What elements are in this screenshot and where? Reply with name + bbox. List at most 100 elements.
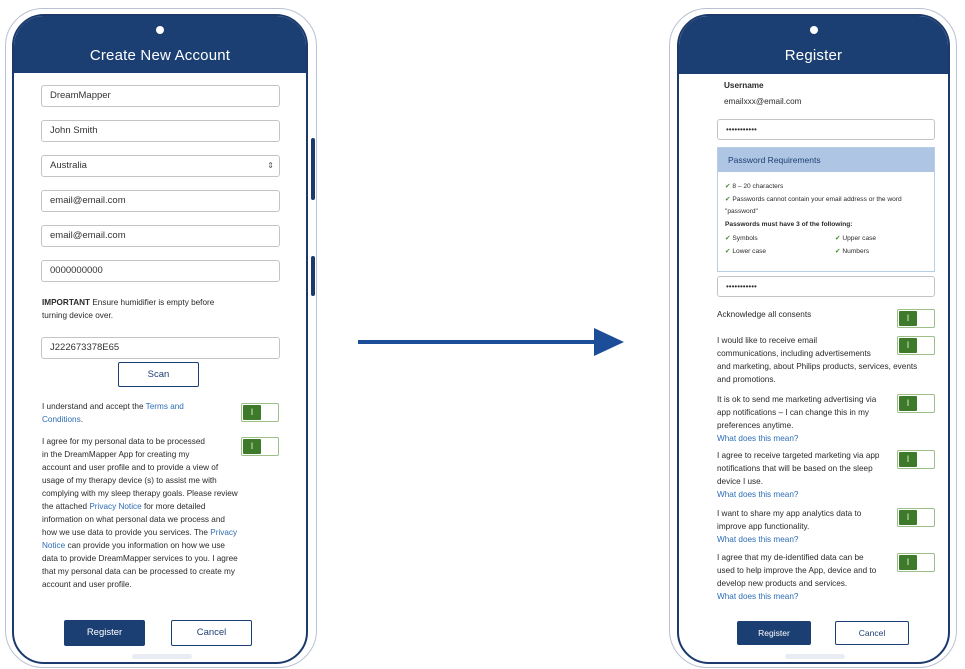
toggle-knob: I bbox=[243, 405, 261, 420]
consent-line: device I use. bbox=[717, 477, 763, 486]
check-icon: ✔ bbox=[725, 195, 731, 203]
privacy-line: usage of my therapy device (s) to assist… bbox=[42, 476, 217, 485]
cancel-button[interactable]: Cancel bbox=[835, 621, 909, 645]
toggle-knob: I bbox=[899, 555, 917, 570]
password-confirm-value: ••••••••••• bbox=[726, 282, 757, 291]
privacy-line: how we use data to provide you services.… bbox=[42, 528, 211, 537]
requirement-option-lower: ✔ Lower case bbox=[725, 246, 766, 259]
check-icon: ✔ bbox=[725, 235, 731, 242]
register-button[interactable]: Register bbox=[64, 620, 145, 646]
consent-app-notif-toggle[interactable]: I bbox=[897, 394, 935, 413]
email-confirm-value: email@email.com bbox=[50, 230, 126, 241]
privacy-line: in the DreamMapper App for creating my bbox=[42, 450, 190, 459]
consent-line: used to help improve the App, device and… bbox=[717, 566, 877, 575]
serial-value: J222673378E65 bbox=[50, 342, 120, 353]
requirement-option: Upper case bbox=[842, 235, 877, 242]
privacy-line: the attached bbox=[42, 502, 90, 511]
select-arrows-icon: ⇕ bbox=[267, 161, 274, 170]
consent-all-toggle[interactable]: I bbox=[897, 309, 935, 328]
register-button[interactable]: Register bbox=[737, 621, 811, 645]
toggle-knob: I bbox=[899, 396, 917, 411]
left-phone-side-button-2 bbox=[311, 256, 315, 296]
privacy-toggle[interactable]: I bbox=[241, 437, 279, 456]
check-icon: ✔ bbox=[725, 183, 731, 190]
privacy-consent-text: I agree for my personal data to be proce… bbox=[42, 435, 282, 591]
terms-toggle[interactable]: I bbox=[241, 403, 279, 422]
cancel-button[interactable]: Cancel bbox=[171, 620, 252, 646]
consent-line: I agree that my de-identified data can b… bbox=[717, 553, 864, 562]
privacy-notice-link-2b[interactable]: Notice bbox=[42, 541, 65, 550]
privacy-line: information on what personal data we pro… bbox=[42, 515, 225, 524]
consent-email-toggle[interactable]: I bbox=[897, 336, 935, 355]
app-name-input[interactable]: DreamMapper bbox=[41, 85, 280, 107]
email-confirm-input[interactable]: email@email.com bbox=[41, 225, 280, 247]
phone-value: 0000000000 bbox=[50, 265, 103, 276]
consent-line: It is ok to send me marketing advertisin… bbox=[717, 395, 877, 404]
privacy-line: complying with my sleep therapy goals. P… bbox=[42, 489, 238, 498]
full-name-input[interactable]: John Smith bbox=[41, 120, 280, 142]
terms-consent-text: I understand and accept the Terms and Co… bbox=[42, 400, 242, 426]
privacy-line: account and user profile and to provide … bbox=[42, 463, 219, 472]
consent-targeted-toggle[interactable]: I bbox=[897, 450, 935, 469]
consent-deidentified-toggle[interactable]: I bbox=[897, 553, 935, 572]
consent-line: notifications that will be based on the … bbox=[717, 464, 873, 473]
password-input[interactable]: ••••••••••• bbox=[717, 119, 935, 140]
requirements-title: Password Requirements bbox=[718, 148, 934, 172]
check-icon: ✔ bbox=[835, 235, 841, 242]
consent-line: preferences anytime. bbox=[717, 421, 794, 430]
terms-link[interactable]: Terms and bbox=[146, 402, 184, 411]
left-phone-side-button bbox=[311, 138, 315, 200]
scan-button[interactable]: Scan bbox=[118, 362, 199, 387]
password-value: ••••••••••• bbox=[726, 125, 757, 134]
consent-analytics-text: I want to share my app analytics data to… bbox=[717, 507, 897, 546]
home-indicator bbox=[132, 654, 192, 659]
privacy-line: that my personal data can be processed t… bbox=[42, 567, 235, 576]
country-select[interactable]: Australia ⇕ bbox=[41, 155, 280, 177]
consent-line: communications, including advertisements bbox=[717, 349, 871, 358]
flow-arrow-head bbox=[594, 328, 624, 356]
important-text: Ensure humidifier is empty before bbox=[90, 298, 215, 307]
important-label: IMPORTANT bbox=[42, 298, 91, 307]
requirement-option: Symbols bbox=[732, 235, 758, 242]
requirement-option: Lower case bbox=[732, 248, 767, 255]
home-indicator bbox=[785, 654, 845, 659]
privacy-line: I agree for my personal data to be proce… bbox=[42, 437, 205, 446]
right-phone-screen: Register Username emailxxx@email.com •••… bbox=[677, 14, 950, 664]
left-header: Create New Account bbox=[14, 16, 306, 73]
phone-input[interactable]: 0000000000 bbox=[41, 260, 280, 282]
toggle-knob: I bbox=[899, 338, 917, 353]
consent-line: and promotions. bbox=[717, 375, 776, 384]
terms-link-2[interactable]: Conditions bbox=[42, 415, 81, 424]
flow-arrow-line bbox=[358, 340, 596, 344]
important-text-2: turning device over. bbox=[42, 311, 114, 320]
toggle-knob: I bbox=[243, 439, 261, 454]
toggle-knob: I bbox=[899, 311, 917, 326]
what-does-this-mean-link[interactable]: What does this mean? bbox=[717, 434, 798, 443]
what-does-this-mean-link[interactable]: What does this mean? bbox=[717, 490, 798, 499]
what-does-this-mean-link[interactable]: What does this mean? bbox=[717, 535, 798, 544]
email-input[interactable]: email@email.com bbox=[41, 190, 280, 212]
consent-line: improve app functionality. bbox=[717, 522, 810, 531]
requirement-option-numbers: ✔ Numbers bbox=[835, 246, 869, 259]
privacy-notice-link[interactable]: Privacy Notice bbox=[89, 502, 141, 511]
terms-text: I understand and accept the bbox=[42, 402, 146, 411]
requirement-option-symbols: ✔ Symbols bbox=[725, 233, 758, 246]
country-value: Australia bbox=[50, 160, 87, 171]
serial-number-input[interactable]: J222673378E65 bbox=[41, 337, 280, 359]
requirements-list: ✔ 8 – 20 characters ✔ Passwords cannot c… bbox=[725, 181, 931, 231]
privacy-notice-link-2[interactable]: Privacy bbox=[210, 528, 237, 537]
consent-line: and marketing, about Philips products, s… bbox=[717, 362, 918, 371]
check-icon: ✔ bbox=[725, 248, 731, 255]
privacy-line: can provide you information on how we us… bbox=[65, 541, 225, 550]
privacy-line: for more detailed bbox=[141, 502, 206, 511]
full-name-value: John Smith bbox=[50, 125, 98, 136]
password-confirm-input[interactable]: ••••••••••• bbox=[717, 276, 935, 297]
consent-analytics-toggle[interactable]: I bbox=[897, 508, 935, 527]
page-title: Register bbox=[784, 47, 843, 64]
requirement-option-upper: ✔ Upper case bbox=[835, 233, 876, 246]
camera-dot bbox=[809, 26, 818, 34]
what-does-this-mean-link[interactable]: What does this mean? bbox=[717, 592, 798, 601]
consent-targeted-text: I agree to receive targeted marketing vi… bbox=[717, 449, 897, 501]
right-header: Register bbox=[679, 16, 948, 74]
username-label: Username bbox=[724, 81, 764, 90]
